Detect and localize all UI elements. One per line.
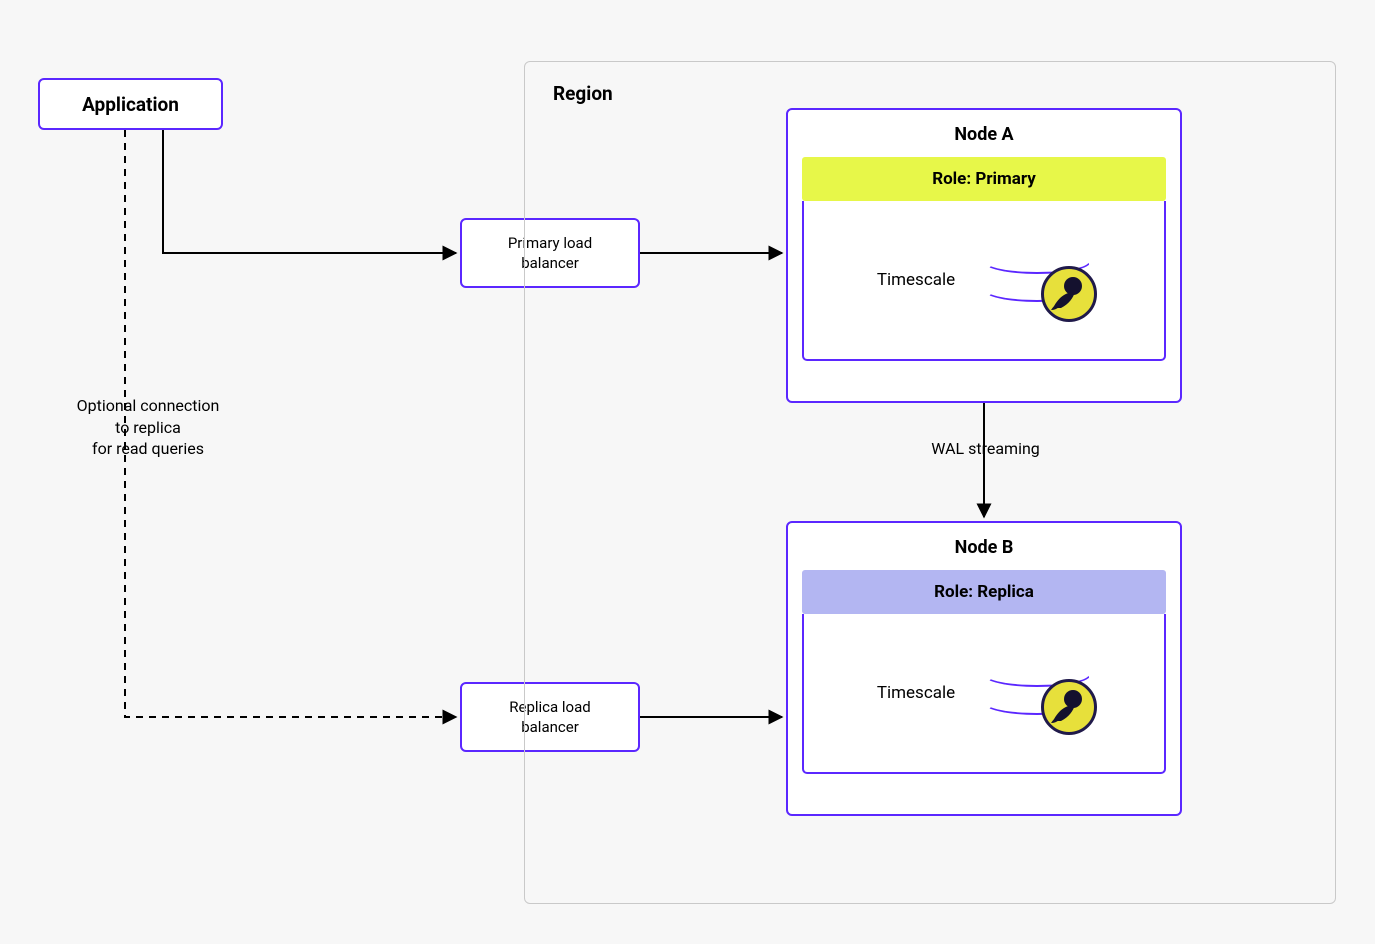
node-a-db: Timescale (802, 201, 1166, 361)
node-a-db-label: Timescale (877, 270, 955, 290)
timescale-logo-icon (1041, 679, 1097, 735)
application-label: Application (82, 93, 179, 116)
node-a-box: Node A Role: Primary Timescale (786, 108, 1182, 403)
application-box: Application (38, 78, 223, 130)
region-title: Region (553, 82, 613, 105)
node-b-db: Timescale (802, 614, 1166, 774)
node-b-role: Role: Replica (802, 570, 1166, 614)
node-b-title: Node B (802, 537, 1166, 558)
database-icon (983, 226, 1091, 334)
edge-app-to-primary-lb (163, 130, 456, 253)
diagram-canvas: Application Primary load balancer Replic… (0, 0, 1375, 944)
optional-connection-caption: Optional connection to replica for read … (38, 395, 258, 460)
node-b-box: Node B Role: Replica Timescale (786, 521, 1182, 816)
timescale-logo-icon (1041, 266, 1097, 322)
wal-streaming-caption: WAL streaming (928, 438, 1043, 460)
node-a-title: Node A (802, 124, 1166, 145)
node-b-db-label: Timescale (877, 683, 955, 703)
node-a-role: Role: Primary (802, 157, 1166, 201)
database-icon (983, 639, 1091, 747)
